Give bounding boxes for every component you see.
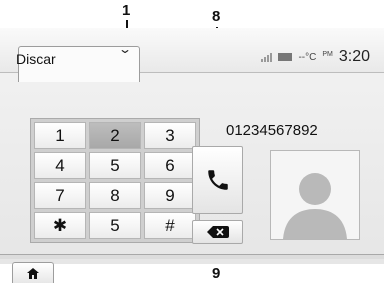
key-0[interactable]: 5 [89, 212, 141, 239]
phone-icon [207, 170, 228, 190]
key-1[interactable]: 1 [34, 122, 86, 149]
keypad: 1 2 3 4 5 6 7 8 9 ✱ 5 # [30, 118, 200, 243]
dial-tab-label: Discar [16, 51, 56, 67]
key-7[interactable]: 7 [34, 182, 86, 209]
callout-9: 9 [212, 265, 221, 282]
contact-photo [270, 150, 360, 240]
home-button[interactable] [12, 262, 54, 283]
key-5[interactable]: 5 [89, 152, 141, 179]
callout-1: 1 [122, 2, 131, 19]
key-9[interactable]: 9 [144, 182, 196, 209]
key-hash[interactable]: # [144, 212, 196, 239]
backspace-icon [206, 226, 229, 238]
time-period: PM [322, 50, 333, 58]
home-icon [27, 267, 39, 279]
key-2[interactable]: 2 [89, 122, 141, 149]
key-4[interactable]: 4 [34, 152, 86, 179]
clock: 3:20 [338, 48, 370, 65]
call-button[interactable] [192, 146, 243, 214]
status-area: --°C PM 3:20 [261, 48, 370, 66]
battery-icon [278, 53, 293, 61]
chevron-down-icon[interactable]: ⌄ [118, 42, 132, 56]
key-3[interactable]: 3 [144, 122, 196, 149]
callout-8: 8 [212, 8, 221, 25]
bottom-bar [0, 254, 384, 259]
key-6[interactable]: 6 [144, 152, 196, 179]
phone-screen: Discar ⌄ --°C PM 3:20 1 2 3 4 5 6 7 8 9 … [0, 28, 384, 283]
delete-button[interactable] [192, 220, 243, 244]
key-8[interactable]: 8 [89, 182, 141, 209]
key-star[interactable]: ✱ [34, 212, 86, 239]
signal-icon [261, 52, 273, 62]
contact-avatar-icon [283, 173, 347, 239]
temperature: --°C [298, 51, 317, 63]
dialed-number: 01234567892 [226, 122, 318, 139]
